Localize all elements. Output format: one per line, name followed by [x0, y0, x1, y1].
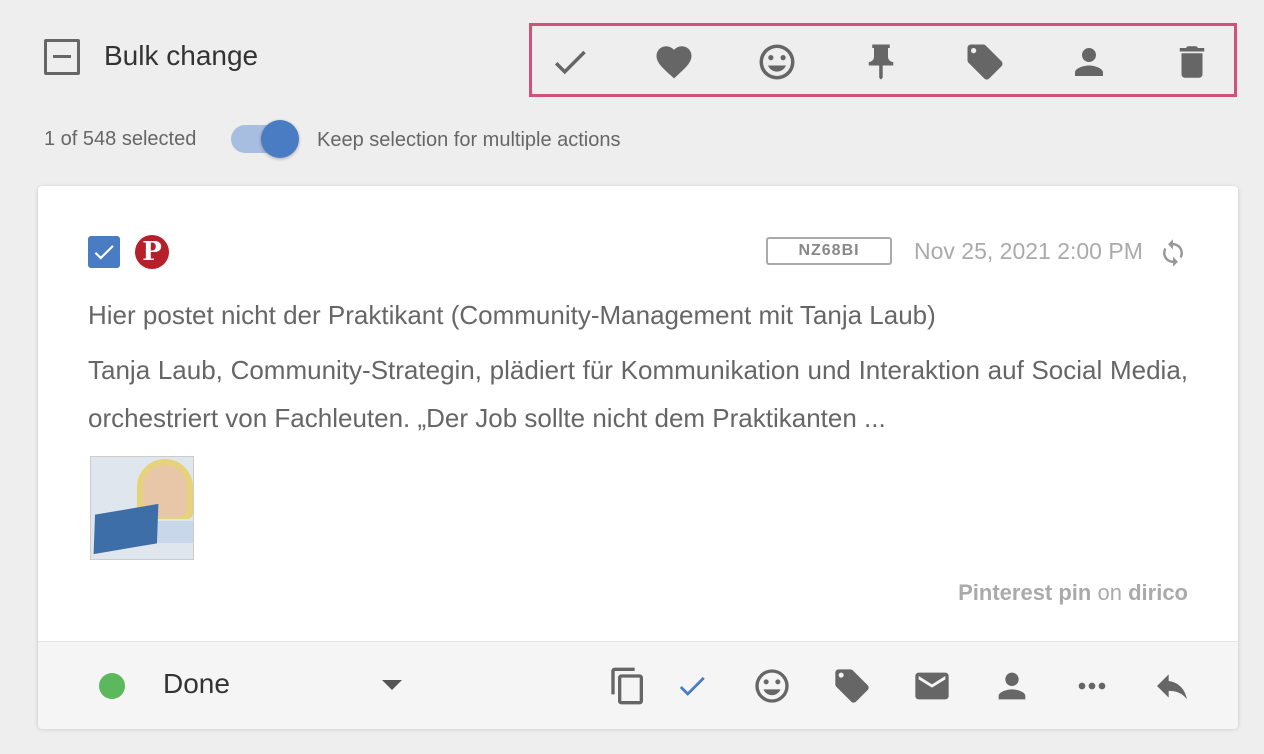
keep-selection-toggle[interactable] [229, 120, 301, 160]
post-code-badge: NZ68BI [766, 237, 892, 265]
page-title: Bulk change [104, 40, 259, 71]
sync-icon[interactable] [1158, 238, 1188, 268]
source-account[interactable]: dirico [1128, 580, 1188, 605]
post-checkbox[interactable] [88, 236, 120, 268]
post-card: P NZ68BI Nov 25, 2021 2:00 PM Hier poste… [38, 186, 1238, 729]
trash-icon[interactable] [1170, 40, 1214, 84]
post-title: Hier postet nicht der Praktikant (Commun… [88, 300, 936, 330]
post-footer-toolbar: Done [38, 641, 1238, 729]
pin-icon[interactable] [859, 40, 903, 84]
post-timestamp: Nov 25, 2021 2:00 PM [914, 238, 1143, 264]
selection-count: 1 of 548 selected [44, 128, 197, 150]
heart-icon[interactable] [652, 40, 696, 84]
pinterest-icon: P [135, 235, 169, 269]
tag-icon[interactable] [963, 40, 1007, 84]
check-icon[interactable] [548, 40, 592, 84]
reply-icon[interactable] [1150, 664, 1194, 708]
person-icon[interactable] [1067, 40, 1111, 84]
smiley-icon[interactable] [755, 40, 799, 84]
bulk-actions-toolbar [529, 23, 1237, 97]
post-thumbnail[interactable] [90, 456, 194, 560]
source-type: Pinterest pin [958, 580, 1092, 605]
tag-icon[interactable] [830, 664, 874, 708]
mail-icon[interactable] [910, 664, 954, 708]
smiley-icon[interactable] [750, 664, 794, 708]
status-dot [99, 673, 125, 699]
chevron-down-icon[interactable] [382, 680, 402, 690]
bulk-select-checkbox[interactable] [44, 39, 80, 75]
check-icon[interactable] [670, 664, 714, 708]
status-dropdown[interactable]: Done [163, 668, 230, 700]
person-icon[interactable] [990, 664, 1034, 708]
copy-icon[interactable] [606, 664, 650, 708]
post-source: Pinterest pin on dirico [958, 580, 1188, 606]
source-on: on [1097, 580, 1122, 605]
keep-selection-label: Keep selection for multiple actions [317, 129, 621, 151]
more-icon[interactable] [1070, 664, 1114, 708]
post-body: Tanja Laub, Community-Strategin, plädier… [88, 355, 1188, 433]
